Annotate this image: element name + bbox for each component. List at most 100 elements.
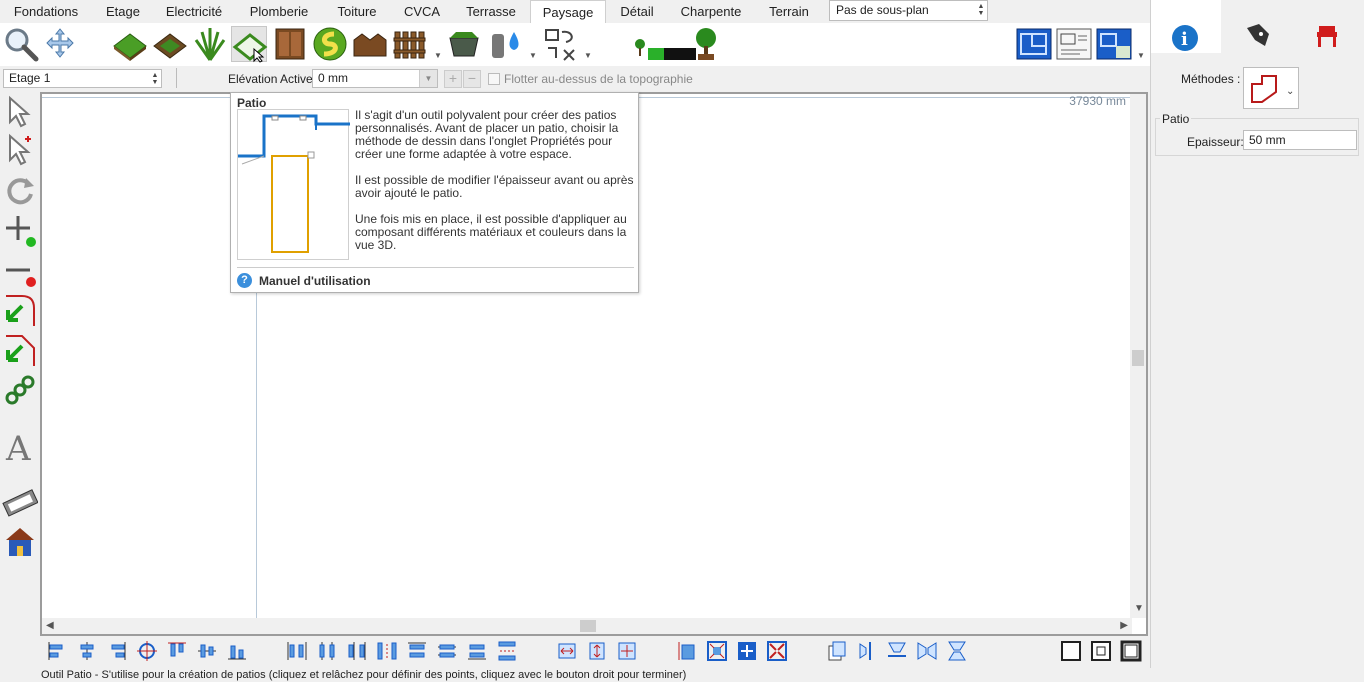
fillet-tool-button[interactable]: [2, 292, 38, 328]
user-manual-link[interactable]: Manuel d'utilisation: [259, 274, 371, 288]
chamfer-tool-button[interactable]: [2, 332, 38, 368]
mirror-horizontal-button[interactable]: [946, 640, 968, 662]
camera-tool-button[interactable]: [2, 484, 39, 520]
chevron-down-icon[interactable]: ▼: [1137, 51, 1145, 60]
mirror-left-button[interactable]: [856, 640, 878, 662]
tab-etage[interactable]: Etage: [96, 0, 150, 23]
layout-view-button[interactable]: [1056, 26, 1092, 62]
pond-button[interactable]: [446, 26, 482, 62]
tab-detail[interactable]: Détail: [612, 0, 662, 23]
plant-growth-button[interactable]: [630, 26, 700, 62]
distribute-center-button[interactable]: [316, 640, 338, 662]
mirror-top-button[interactable]: [886, 640, 908, 662]
help-icon[interactable]: ?: [237, 273, 252, 288]
thickness-input[interactable]: 50 mm: [1243, 130, 1357, 150]
tab-terrasse[interactable]: Terrasse: [456, 0, 526, 23]
center-horizontal-button[interactable]: [556, 640, 578, 662]
view-frame-border-button[interactable]: [1120, 640, 1142, 662]
tree-button[interactable]: [692, 26, 728, 62]
view-frame-button[interactable]: [1060, 640, 1082, 662]
tab-info[interactable]: i: [1151, 0, 1221, 53]
chevron-down-icon[interactable]: ▼: [1134, 603, 1144, 614]
delete-point-button[interactable]: [2, 252, 38, 288]
tab-cvca[interactable]: CVCA: [396, 0, 448, 23]
fence-button[interactable]: [392, 26, 428, 62]
chevron-down-icon[interactable]: ▼: [584, 51, 592, 60]
fit-shrink-button[interactable]: [766, 640, 788, 662]
drawing-method-select[interactable]: ⌄: [1243, 67, 1299, 109]
fit-expand-button[interactable]: [736, 640, 758, 662]
chevron-down-icon[interactable]: ▼: [434, 51, 442, 60]
text-tool-button[interactable]: A: [2, 428, 38, 469]
subplan-select[interactable]: Pas de sous-plan ▲ ▼: [829, 0, 988, 21]
horizontal-scroll-thumb[interactable]: [580, 620, 596, 632]
select-multiple-button[interactable]: [2, 132, 38, 168]
distribute-top-button[interactable]: [406, 640, 428, 662]
elevation-input[interactable]: 0 mm ▼: [312, 69, 438, 88]
tab-charpente[interactable]: Charpente: [670, 0, 752, 23]
select-tool-button[interactable]: [2, 94, 38, 130]
align-right-button[interactable]: [106, 640, 128, 662]
drawing-tools-button[interactable]: [542, 26, 578, 62]
align-top-icon: [168, 642, 186, 657]
add-point-button[interactable]: [2, 212, 38, 248]
align-middle-button[interactable]: [196, 640, 218, 662]
align-top-button[interactable]: [166, 640, 188, 662]
space-horizontal-button[interactable]: [376, 640, 398, 662]
chevron-right-icon[interactable]: ▶: [1120, 620, 1128, 631]
distribute-middle-button[interactable]: [436, 640, 458, 662]
chevron-down-icon[interactable]: ▼: [419, 70, 437, 87]
fit-icon: [707, 641, 727, 661]
distribute-right-button[interactable]: [346, 640, 368, 662]
stretch-vertical-button[interactable]: [676, 640, 698, 662]
elevation-view-button[interactable]: [1096, 26, 1132, 62]
plus-button[interactable]: +: [444, 70, 462, 88]
tab-electricite[interactable]: Electricité: [158, 0, 230, 23]
irrigation-button[interactable]: [488, 26, 524, 62]
tab-plomberie[interactable]: Plomberie: [240, 0, 318, 23]
vertical-scrollbar[interactable]: ▼: [1130, 94, 1146, 618]
patio-tool-button[interactable]: [231, 26, 268, 63]
zoom-tool-button[interactable]: [3, 26, 39, 62]
rotate-tool-button[interactable]: [2, 172, 38, 208]
distribute-bottom-button[interactable]: [466, 640, 488, 662]
space-vertical-button[interactable]: [496, 640, 518, 662]
vertical-scroll-thumb[interactable]: [1132, 350, 1144, 366]
plan-view-button[interactable]: [1016, 26, 1052, 62]
align-bottom-button[interactable]: [226, 640, 248, 662]
elevation-value: 0 mm: [318, 71, 348, 85]
center-vertical-button[interactable]: [586, 640, 608, 662]
distribute-left-button[interactable]: [286, 640, 308, 662]
chevron-left-icon[interactable]: ◀: [46, 620, 54, 631]
water-drop-icon: [492, 32, 519, 58]
align-center-h-button[interactable]: [76, 640, 98, 662]
minus-button[interactable]: −: [463, 70, 481, 88]
pan-tool-button[interactable]: [42, 26, 78, 62]
align-left-button[interactable]: [46, 640, 68, 662]
3d-view-button[interactable]: [2, 524, 38, 560]
level-select[interactable]: Etage 1 ▲ ▼: [3, 69, 162, 88]
align-center-both-button[interactable]: [136, 640, 158, 662]
chevron-down-icon[interactable]: ▼: [529, 51, 537, 60]
path-button[interactable]: [312, 26, 348, 62]
center-both-button[interactable]: [616, 640, 638, 662]
mirror-vertical-button[interactable]: [916, 640, 938, 662]
plants-button[interactable]: [192, 26, 228, 62]
tab-furniture[interactable]: [1291, 0, 1361, 53]
tab-paysage[interactable]: Paysage: [530, 0, 606, 24]
tab-toiture[interactable]: Toiture: [328, 0, 386, 23]
lawn-tool-button[interactable]: [112, 26, 148, 62]
tab-style[interactable]: [1221, 0, 1291, 53]
view-frame-inset-button[interactable]: [1090, 640, 1112, 662]
fit-center-button[interactable]: [706, 640, 728, 662]
garden-bed-button[interactable]: [152, 26, 188, 62]
shed-button[interactable]: [272, 26, 308, 62]
float-topography-checkbox[interactable]: [488, 73, 500, 85]
tab-terrain[interactable]: Terrain: [760, 0, 818, 23]
copy-paste-button[interactable]: [826, 640, 848, 662]
chain-tool-button[interactable]: [2, 372, 38, 408]
tab-fondations[interactable]: Fondations: [6, 0, 86, 23]
edging-button[interactable]: [352, 26, 388, 62]
horizontal-scrollbar[interactable]: ◀ ▶: [42, 618, 1132, 634]
thickness-value: 50 mm: [1249, 133, 1286, 147]
